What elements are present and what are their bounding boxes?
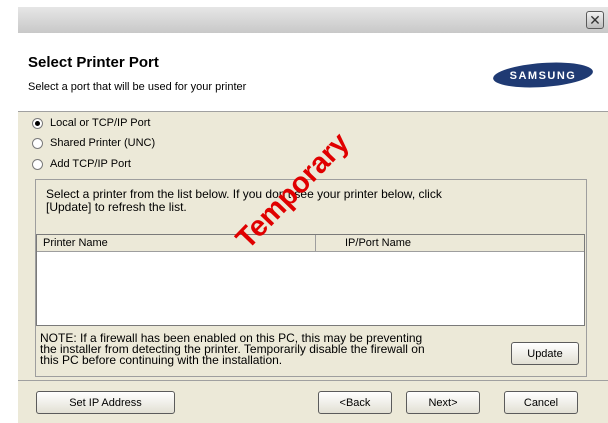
radio-shared-unc[interactable]: Shared Printer (UNC) (32, 135, 155, 151)
column-ip-port-name[interactable]: IP/Port Name (345, 237, 411, 249)
cancel-button[interactable]: Cancel (504, 391, 578, 414)
column-divider[interactable] (315, 235, 316, 251)
samsung-logo: SAMSUNG (493, 62, 593, 88)
close-icon[interactable]: ✕ (586, 11, 604, 29)
header-panel: Select Printer Port Select a port that w… (18, 33, 608, 112)
radio-button-local[interactable] (32, 117, 43, 129)
radio-label-local: Local or TCP/IP Port (50, 117, 151, 129)
page-subtitle: Select a port that will be used for your… (28, 81, 247, 93)
firewall-note: NOTE: If a firewall has been enabled on … (40, 331, 425, 367)
samsung-logo-text: SAMSUNG (510, 70, 577, 82)
update-button[interactable]: Update (511, 342, 579, 365)
radio-local-tcpip[interactable]: Local or TCP/IP Port (32, 115, 150, 131)
radio-button-add[interactable] (32, 158, 43, 170)
list-header: Printer Name IP/Port Name (37, 235, 584, 252)
column-printer-name[interactable]: Printer Name (43, 237, 108, 249)
radio-label-add: Add TCP/IP Port (50, 158, 131, 170)
page-title: Select Printer Port (28, 54, 159, 71)
radio-add-tcpip[interactable]: Add TCP/IP Port (32, 156, 131, 172)
radio-label-shared: Shared Printer (UNC) (50, 137, 156, 149)
title-bar: ✕ (18, 7, 608, 33)
footer-divider (18, 380, 608, 381)
radio-button-shared[interactable] (32, 137, 43, 149)
printer-list[interactable]: Printer Name IP/Port Name (36, 234, 585, 326)
set-ip-address-button[interactable]: Set IP Address (36, 391, 175, 414)
back-button[interactable]: <Back (318, 391, 392, 414)
next-button[interactable]: Next> (406, 391, 480, 414)
installer-window: ✕ Select Printer Port Select a port that… (18, 7, 608, 423)
